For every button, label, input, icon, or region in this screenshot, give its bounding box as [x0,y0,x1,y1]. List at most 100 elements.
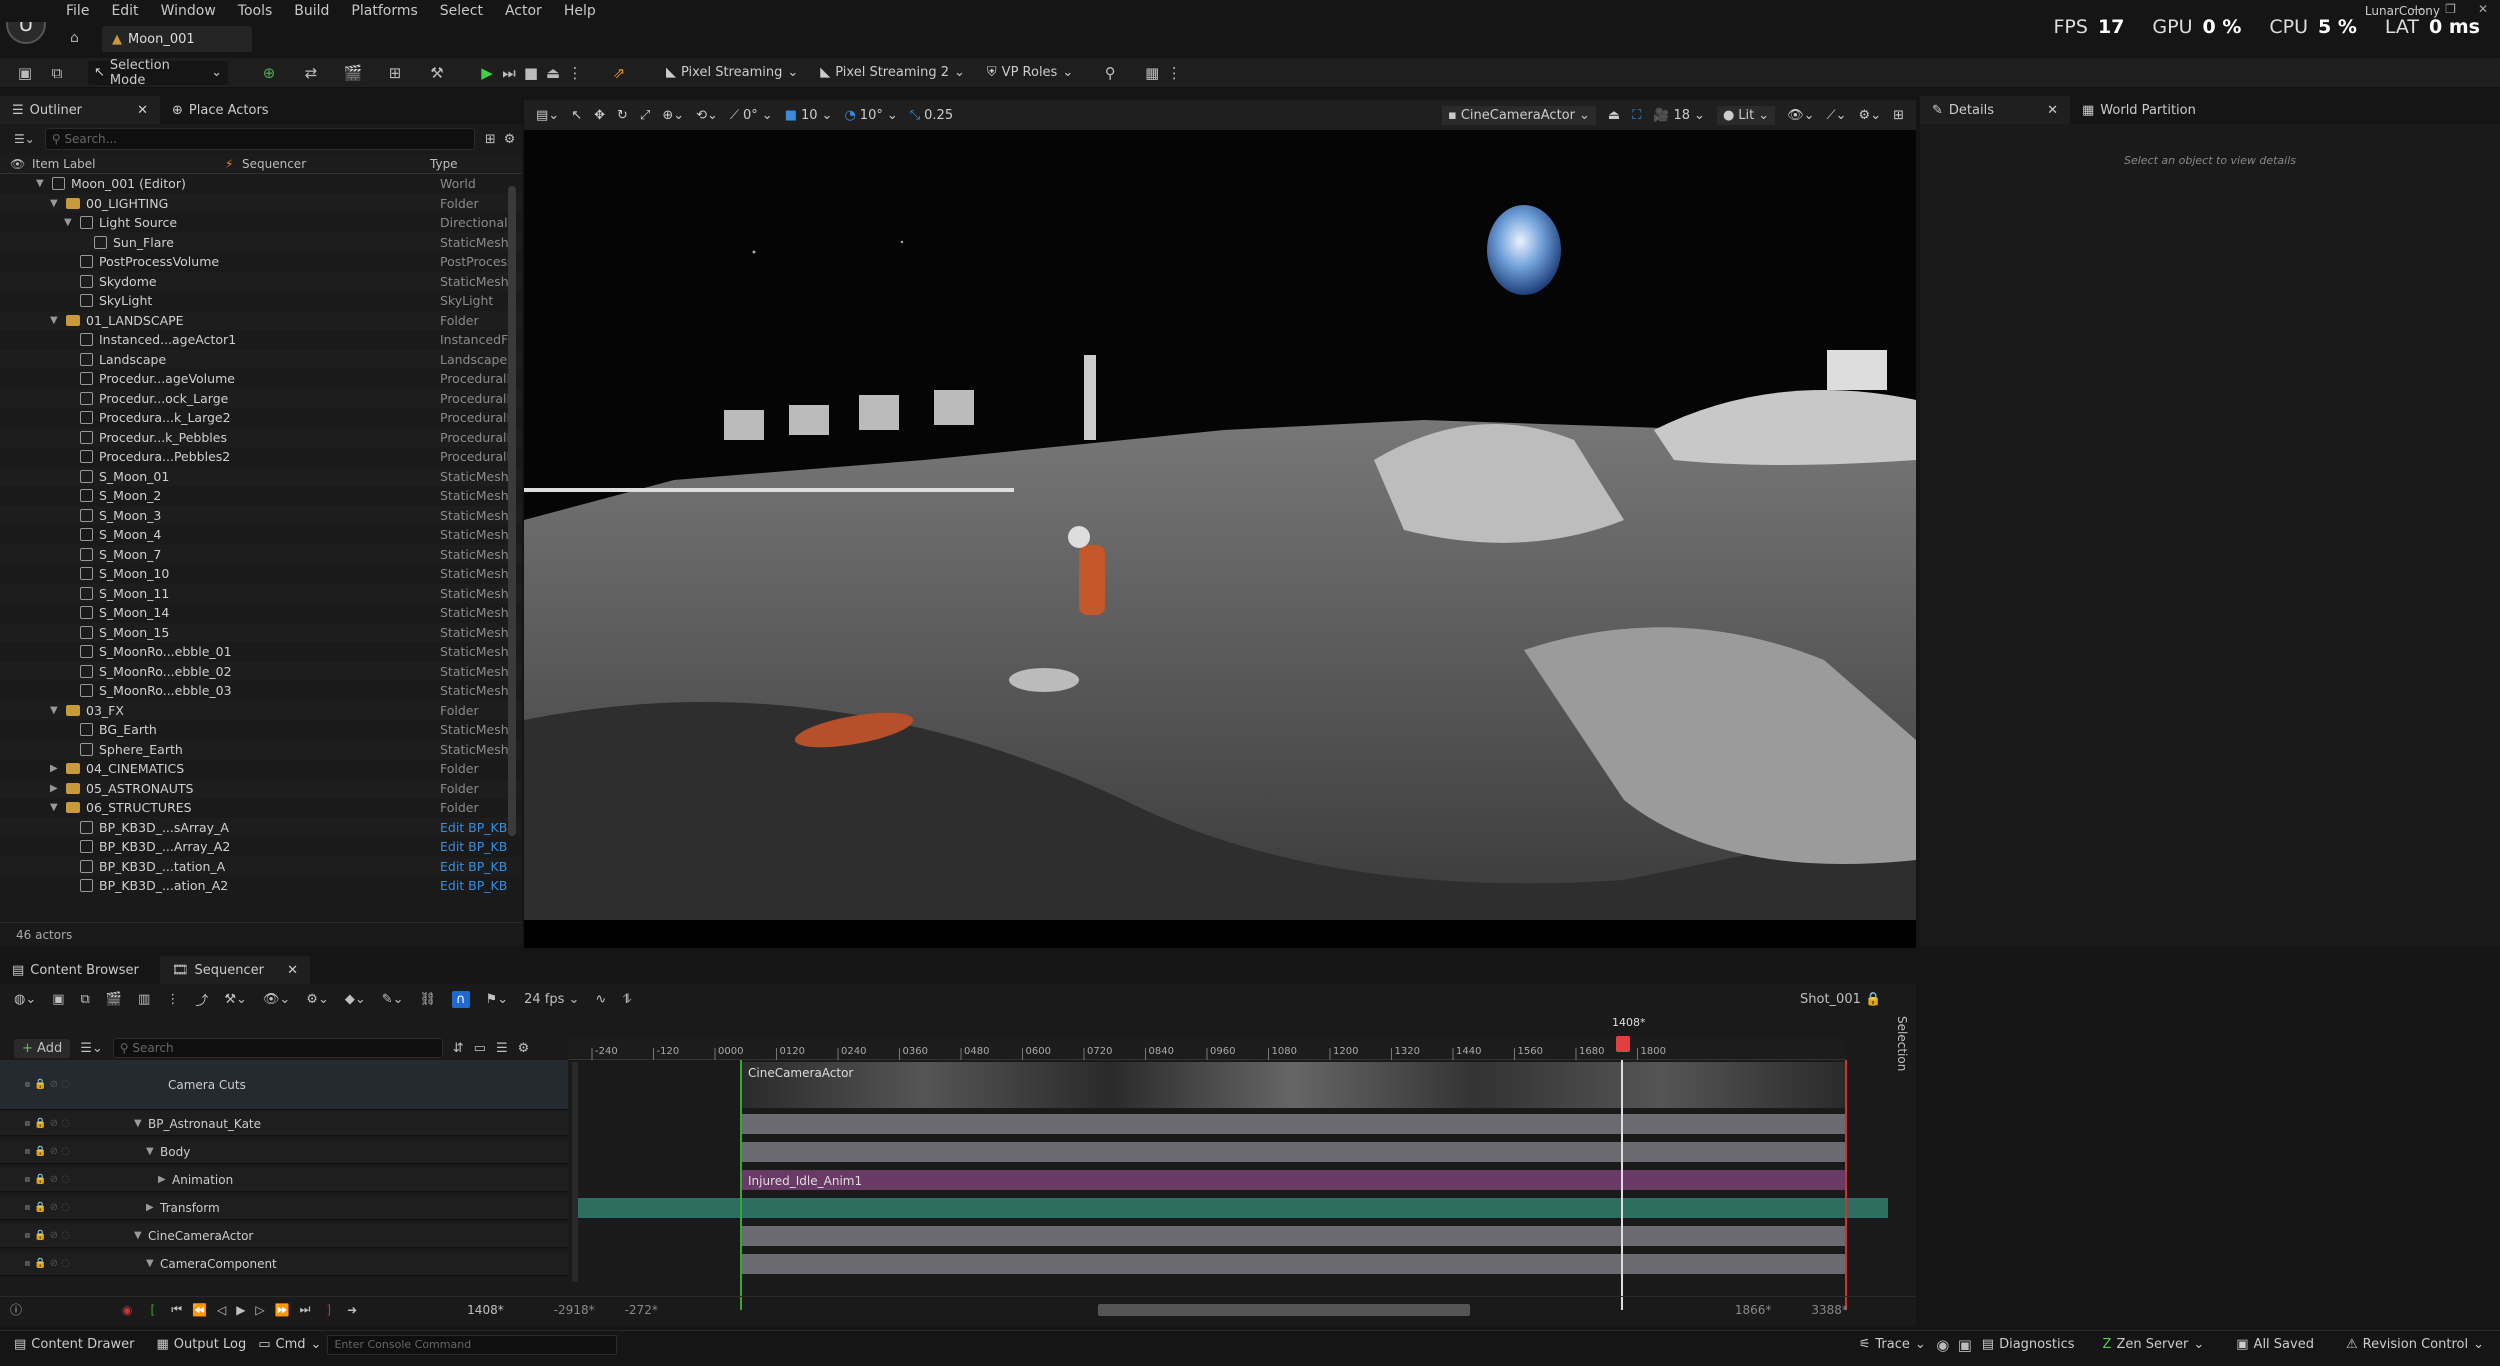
outliner-row[interactable]: ▼ 03_FX Folder [0,700,522,720]
blueprint-icon[interactable]: ⇄ [300,64,322,82]
info-icon[interactable]: ⓘ [10,1301,22,1318]
track-arrow-icon[interactable]: ▼ [146,1258,160,1269]
tab-world-partition[interactable]: ▦ World Partition [2070,96,2208,124]
expand-arrow-icon[interactable]: ▼ [50,315,60,326]
step-back-icon[interactable]: ◁ [217,1303,226,1317]
visibility-icon[interactable]: 👁 [10,157,25,171]
add-actor-icon[interactable]: ⊕ [258,64,280,82]
outliner-row[interactable]: BP_KB3D_...sArray_A Edit BP_KB: [0,817,522,837]
track-arrow-icon[interactable]: ▼ [134,1230,148,1241]
col-type[interactable]: Type [430,157,458,171]
eject-icon[interactable]: ⏏ [542,64,564,82]
outliner-row[interactable]: ▶ 04_CINEMATICS Folder [0,759,522,779]
outliner-row[interactable]: S_MoonRo...ebble_02 StaticMesh/ [0,661,522,681]
cinematics-icon[interactable]: 🎬 [342,64,364,82]
edit-blueprint-link[interactable]: Edit BP_KB: [440,878,508,893]
track-arrow-icon[interactable]: ▶ [146,1202,160,1213]
show-flags-icon[interactable]: 👁⌄ [1787,108,1814,123]
track-controls-icon[interactable]: ▪ 🔒 ⊘ ◌ [24,1258,134,1269]
outliner-row[interactable]: BP_KB3D_...tation_A Edit BP_KB: [0,856,522,876]
body-clip[interactable] [740,1142,1846,1162]
camera-dropdown[interactable]: ▪ CineCameraActor ⌄ [1442,105,1596,125]
outliner-row[interactable]: Procedur...k_Pebbles ProceduralF [0,427,522,447]
sequencer-track-row[interactable]: ▪ 🔒 ⊘ ◌ ▼ Body [0,1140,568,1164]
more-options-icon[interactable]: ⋮ [1163,64,1185,82]
output-log-button[interactable]: ▦ Output Log [150,1333,252,1357]
camera-speed[interactable]: 🎥 18 ⌄ [1653,108,1705,123]
sequencer-track-row[interactable]: ▪ 🔒 ⊘ ◌ ▶ Animation [0,1168,568,1192]
outliner-row[interactable]: Landscape Landscape [0,349,522,369]
outliner-row[interactable]: S_Moon_4 StaticMesh/ [0,525,522,545]
restore-icon[interactable]: ❐ [2445,2,2456,16]
sequencer-track-row[interactable]: ▪ 🔒 ⊘ ◌ Camera Cuts [0,1060,568,1110]
tab-place-actors[interactable]: ⊕ Place Actors [160,96,281,124]
track-controls-icon[interactable]: ▪ 🔒 ⊘ ◌ [24,1230,134,1241]
level-viewport[interactable] [524,100,1916,948]
track-arrow-icon[interactable]: ▶ [158,1174,172,1185]
grid-snap[interactable]: ■ 10 ⌄ [785,108,833,123]
track-area-scrollbar[interactable] [572,1062,578,1282]
expand-arrow-icon[interactable]: ▼ [50,705,60,716]
outliner-row[interactable]: ▶ 05_ASTRONAUTS Folder [0,778,522,798]
track-arrow-icon[interactable]: ▼ [134,1118,148,1129]
angle-snap[interactable]: ⟋ 0° ⌄ [730,108,773,123]
scale-snap[interactable]: ⤡ 0.25 [910,108,953,123]
sequencer-track-row[interactable]: ▪ 🔒 ⊘ ◌ ▶ Transform [0,1196,568,1220]
outliner-row[interactable]: S_MoonRo...ebble_03 StaticMesh/ [0,681,522,701]
cine-camera-clip[interactable] [740,1226,1846,1246]
outliner-row[interactable]: S_Moon_7 StaticMesh/ [0,544,522,564]
play-button-icon[interactable]: ▶ [236,1303,245,1317]
add-folder-icon[interactable]: ⊞ [485,132,496,147]
outliner-row[interactable]: PostProcessVolume PostProcess [0,252,522,272]
tab-outliner[interactable]: ☰ Outliner ✕ [0,96,160,124]
all-saved-button[interactable]: ▣ All Saved [2230,1333,2320,1357]
trace-dropdown[interactable]: ⚟ Trace ⌄ [1853,1333,1932,1357]
render-icon[interactable]: ▦ [1141,64,1163,82]
outliner-row[interactable]: S_Moon_2 StaticMesh/ [0,486,522,506]
eject-camera-icon[interactable]: ⏏ [1608,108,1620,123]
viewport-options-icon[interactable]: ▤⌄ [536,108,559,123]
screenshot-icon[interactable]: ▣ [1954,1336,1976,1354]
settings-icon[interactable]: ⚙ [504,132,516,147]
modes-icon[interactable]: ⊞ [384,64,406,82]
animation-clip[interactable]: Injured_Idle_Anim1 [740,1170,1846,1190]
outliner-search-input[interactable]: ⚲ Search... [44,128,475,150]
go-end-icon[interactable]: ⏭ [300,1302,311,1317]
menu-edit[interactable]: Edit [111,3,138,19]
close-window-icon[interactable]: ✕ [2478,2,2488,16]
tab-details[interactable]: ✎ Details ✕ [1920,96,2070,124]
play-icon[interactable]: ▶ [476,64,498,82]
view-start-out[interactable]: -2918* [554,1303,595,1317]
translate-tool-icon[interactable]: ✥ [594,108,605,123]
track-controls-icon[interactable]: ▪ 🔒 ⊘ ◌ [24,1202,134,1213]
layout-icon[interactable]: ⊞ [1893,108,1904,123]
selection-mode-dropdown[interactable]: ↖ Selection Mode ⌄ [88,58,228,88]
scale-tool-icon[interactable]: ⤢ [640,108,650,123]
outliner-row[interactable]: Procedura...Pebbles2 ProceduralF [0,447,522,467]
col-item-label[interactable]: Item Label [32,157,96,171]
track-controls-icon[interactable]: ▪ 🔒 ⊘ ◌ [24,1146,134,1157]
menu-file[interactable]: File [66,3,89,19]
record-status-icon[interactable]: ◉ [1932,1336,1954,1354]
outliner-row[interactable]: Sun_Flare StaticMesh/ [0,232,522,252]
console-input[interactable]: Enter Console Command [327,1334,618,1355]
virtual-production-icon[interactable]: ⚲ [1099,64,1121,82]
level-tab[interactable]: ▲ Moon_001 [102,26,252,52]
menu-window[interactable]: Window [161,3,216,19]
world-space-icon[interactable]: ⊕⌄ [662,108,684,123]
menu-build[interactable]: Build [294,3,329,19]
loop-icon[interactable]: ➜ [347,1303,357,1317]
view-end-in[interactable]: 1866* [1735,1303,1772,1317]
menu-select[interactable]: Select [440,3,483,19]
end-bracket-icon[interactable]: ] [326,1303,331,1317]
surface-snap-icon[interactable]: ⟲⌄ [696,108,718,123]
outliner-row[interactable]: ▼ 00_LIGHTING Folder [0,193,522,213]
start-bracket-icon[interactable]: [ [151,1303,156,1317]
go-start-icon[interactable]: ⏮ [171,1302,182,1317]
menu-help[interactable]: Help [564,3,596,19]
outliner-row[interactable]: S_Moon_3 StaticMesh/ [0,505,522,525]
expand-arrow-icon[interactable]: ▼ [36,178,46,189]
outliner-row[interactable]: S_Moon_14 StaticMesh/ [0,603,522,623]
cmd-dropdown[interactable]: ▭ Cmd ⌄ [252,1333,327,1357]
sequencer-track-row[interactable]: ▪ 🔒 ⊘ ◌ ▼ BP_Astronaut_Kate [0,1112,568,1136]
